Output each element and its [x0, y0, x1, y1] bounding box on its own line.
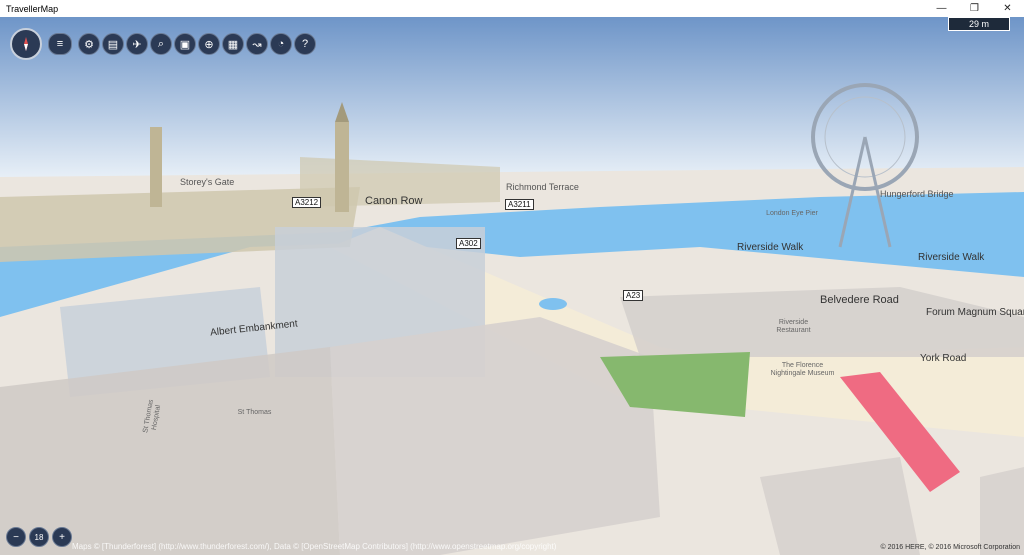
street-label: Riverside Walk [737, 242, 804, 253]
road-shield: A302 [456, 238, 481, 249]
poi-label: Riverside Restaurant [776, 319, 811, 334]
satellite-button[interactable]: ✈ [126, 33, 148, 55]
locate-icon: ⊕ [204, 38, 214, 51]
search-icon: ⌕ [157, 37, 165, 50]
map-attribution[interactable]: Maps © [Thunderforest] (http://www.thund… [72, 542, 556, 551]
poi-label: St Thomas [237, 409, 272, 416]
map-view[interactable]: Canon Row Albert Embankment Belvedere Ro… [0, 17, 1024, 555]
settings-icon: ⚙ [84, 38, 94, 51]
route-button[interactable]: ↝ [246, 33, 268, 55]
map-toolbar: ≡ ⚙ ▤ ✈ ⌕ ▣ ⊕ ▦ ↝ ◔ ? [10, 28, 318, 60]
save-button[interactable]: ▣ [174, 33, 196, 55]
street-label: Hungerford Bridge [880, 189, 954, 199]
title-bar: TravellerMap — ❐ ✕ [0, 0, 1024, 17]
zoom-level: 18 [29, 527, 49, 547]
locate-button[interactable]: ⊕ [198, 33, 220, 55]
poi-label: London Eye Pier [766, 210, 818, 217]
road-shield: A3212 [292, 197, 322, 208]
satellite-icon: ✈ [132, 38, 142, 51]
zoom-in-button[interactable]: + [52, 527, 72, 547]
menu-icon: ≡ [56, 38, 64, 50]
zoom-control: − 18 + [6, 527, 72, 547]
street-label: Riverside Walk [918, 252, 985, 263]
settings-button[interactable]: ⚙ [78, 33, 100, 55]
window-title: TravellerMap [6, 3, 59, 14]
road-shield: A23 [623, 290, 644, 301]
road-shield: A3211 [505, 199, 534, 210]
street-label: Belvedere Road [820, 294, 899, 306]
close-button[interactable]: ✕ [991, 0, 1024, 17]
compass-button[interactable] [10, 28, 42, 60]
route-icon: ↝ [252, 38, 262, 51]
big-ben-tower [335, 122, 349, 212]
save-icon: ▣ [179, 38, 191, 51]
help-button[interactable]: ? [294, 33, 316, 55]
zoom-out-button[interactable]: − [6, 527, 26, 547]
street-label: York Road [920, 353, 967, 364]
search-button[interactable]: ⌕ [150, 33, 172, 55]
tracking-icon: ◔ [277, 38, 285, 50]
layers-button[interactable]: ▤ [102, 33, 124, 55]
minimize-button[interactable]: — [925, 0, 958, 17]
menu-button[interactable]: ≡ [48, 33, 72, 55]
poi-label: The Florence Nightingale Museum [770, 362, 835, 377]
street-label: Forum Magnum Square [926, 307, 1024, 318]
transport-button[interactable]: ▦ [222, 33, 244, 55]
scale-bar: 29 m [948, 17, 1010, 31]
zoom-out-icon: − [13, 531, 19, 543]
layers-icon: ▤ [107, 38, 119, 51]
help-icon: ? [301, 38, 309, 50]
street-label: Canon Row [365, 195, 423, 207]
maximize-button[interactable]: ❐ [958, 0, 991, 17]
street-label: Storey's Gate [180, 177, 235, 187]
map-canvas [0, 17, 1024, 555]
compass-icon [24, 37, 28, 51]
zoom-in-icon: + [59, 531, 65, 543]
tracking-button[interactable]: ◔ [270, 33, 292, 55]
transport-icon: ▦ [227, 38, 239, 51]
street-label: Richmond Terrace [506, 182, 579, 192]
copyright-text: © 2016 HERE, © 2016 Microsoft Corporatio… [880, 544, 1021, 551]
